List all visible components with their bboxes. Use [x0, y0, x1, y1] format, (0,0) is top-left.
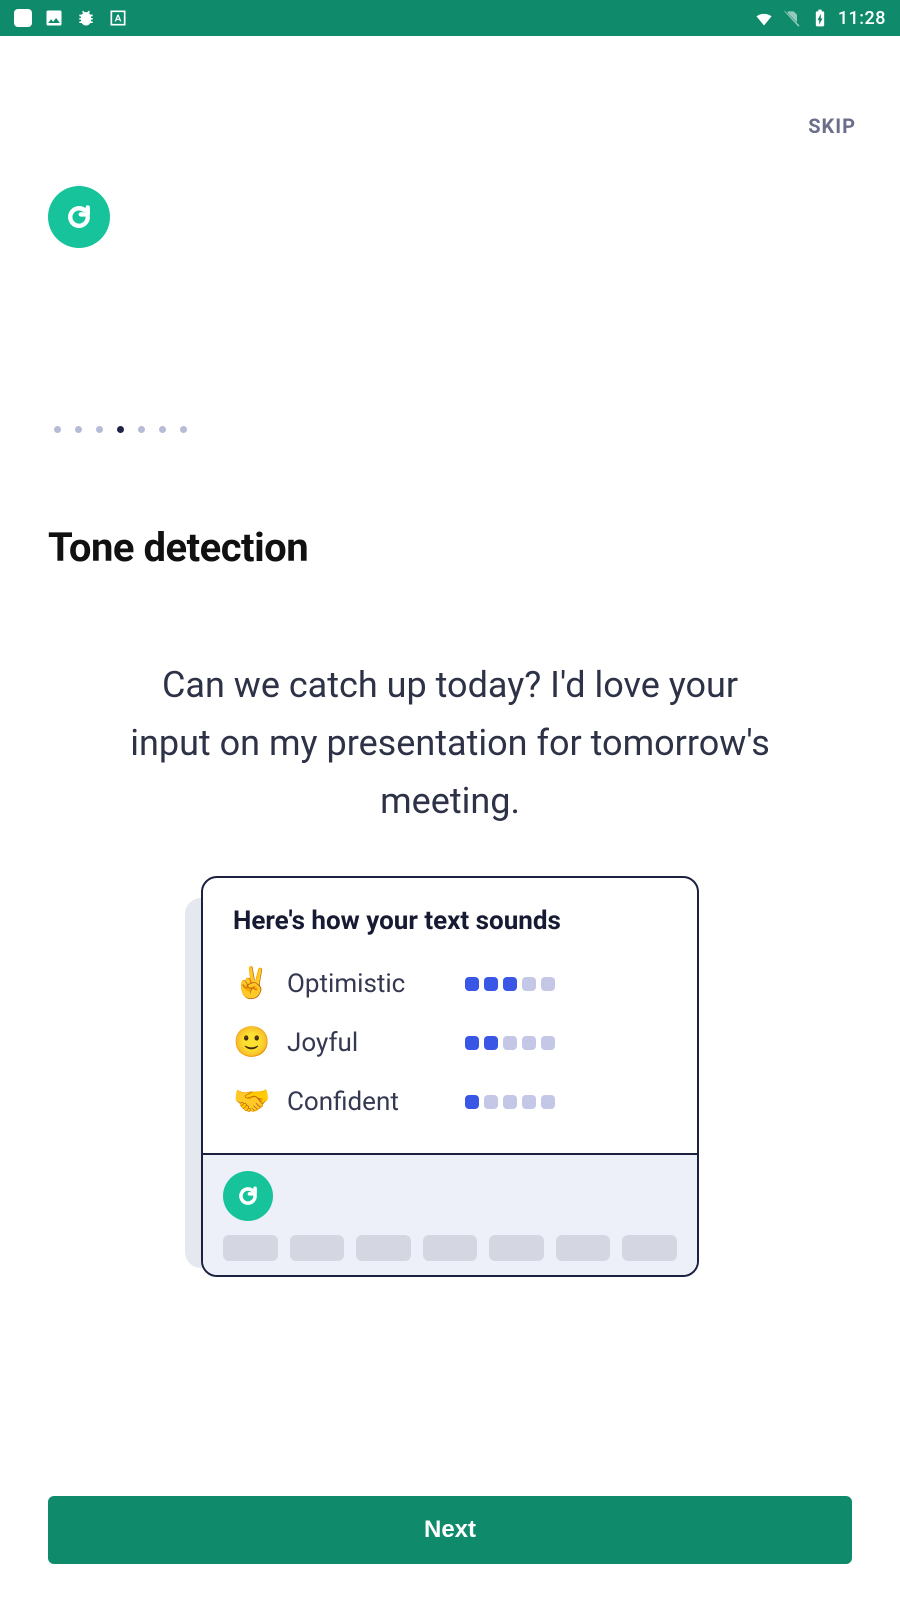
text-a-icon [108, 8, 128, 28]
keyboard-key [423, 1235, 478, 1261]
pip [541, 1095, 555, 1109]
next-button[interactable]: Next [48, 1496, 852, 1564]
pip [465, 977, 479, 991]
page-title: Tone detection [48, 524, 308, 571]
wifi-icon [754, 8, 774, 28]
pip [484, 977, 498, 991]
pip [503, 977, 517, 991]
pip [484, 1095, 498, 1109]
keyboard-key [622, 1235, 677, 1261]
skip-button[interactable]: SKIP [808, 114, 856, 138]
status-left-icons [14, 8, 128, 28]
tone-level-pips [465, 1095, 555, 1109]
onboarding-page: SKIP Tone detection Can we catch up toda… [0, 36, 900, 1600]
pagination-dot [117, 426, 124, 433]
tone-emoji: ✌️ [233, 966, 269, 1001]
tone-emoji: 🙂 [233, 1025, 269, 1060]
pagination-dots [54, 426, 187, 433]
gallery-icon [44, 8, 64, 28]
pagination-dot [75, 426, 82, 433]
no-sim-icon [782, 8, 802, 28]
tone-card-wrap: Here's how your text sounds ✌️ Optimistic… [201, 876, 699, 1277]
keyboard-key [356, 1235, 411, 1261]
pagination-dot [159, 426, 166, 433]
android-status-bar: 11:28 [0, 0, 900, 36]
card-heading: Here's how your text sounds [233, 906, 667, 936]
tone-row: 🙂 Joyful [233, 1013, 667, 1072]
keyboard-key [489, 1235, 544, 1261]
pip [541, 977, 555, 991]
example-text: Can we catch up today? I'd love your inp… [130, 656, 770, 830]
grammarly-logo [48, 186, 110, 248]
keyboard-key [223, 1235, 278, 1261]
tone-emoji: 🤝 [233, 1084, 269, 1119]
tone-label: Joyful [287, 1028, 447, 1058]
tone-card: Here's how your text sounds ✌️ Optimistic… [201, 876, 699, 1277]
tone-label: Optimistic [287, 969, 447, 999]
tone-label: Confident [287, 1087, 447, 1117]
status-time: 11:28 [838, 8, 886, 29]
pip [503, 1095, 517, 1109]
bug-icon [76, 8, 96, 28]
pagination-dot [180, 426, 187, 433]
tone-level-pips [465, 977, 555, 991]
tone-level-pips [465, 1036, 555, 1050]
pip [484, 1036, 498, 1050]
pagination-dot [54, 426, 61, 433]
pip [522, 1095, 536, 1109]
pip [541, 1036, 555, 1050]
keyboard-keys [223, 1235, 677, 1261]
app-switcher-icon [14, 9, 32, 27]
grammarly-mini-logo [223, 1171, 273, 1221]
pip [465, 1095, 479, 1109]
keyboard-key [290, 1235, 345, 1261]
tone-row: ✌️ Optimistic [233, 954, 667, 1013]
keyboard-key [556, 1235, 611, 1261]
pagination-dot [138, 426, 145, 433]
pagination-dot [96, 426, 103, 433]
battery-charging-icon [810, 8, 830, 28]
keyboard-strip [203, 1153, 697, 1275]
pip [522, 1036, 536, 1050]
pip [522, 977, 536, 991]
pip [465, 1036, 479, 1050]
status-right: 11:28 [754, 8, 886, 29]
pip [503, 1036, 517, 1050]
tone-row: 🤝 Confident [233, 1072, 667, 1131]
